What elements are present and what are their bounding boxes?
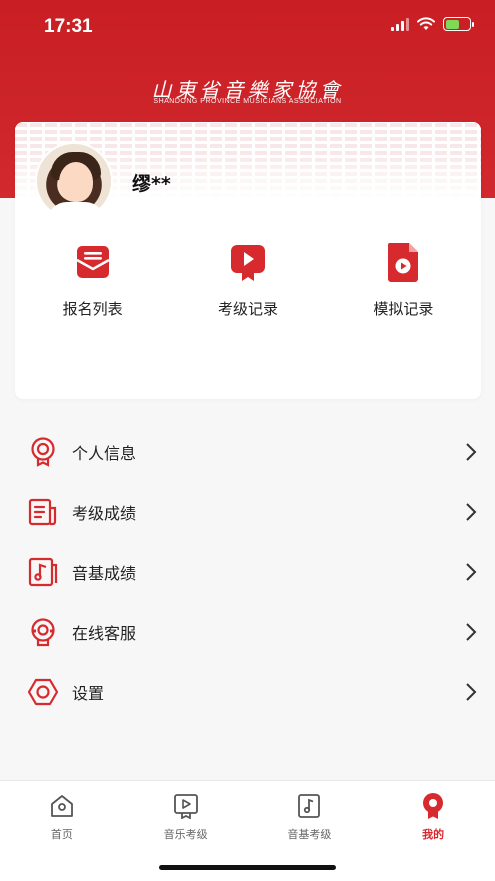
tab-label: 我的	[422, 828, 445, 841]
wifi-icon	[417, 17, 435, 30]
tab-label: 音基考级	[287, 828, 332, 841]
quick-action-exam-records[interactable]: 考级记录	[170, 240, 325, 319]
status-time: 17:31	[44, 16, 93, 37]
menu-item-label: 个人信息	[72, 444, 137, 463]
tab-theory-exam[interactable]: 音基考级	[248, 781, 372, 843]
profile-badge-icon	[419, 792, 447, 820]
home-indicator[interactable]	[159, 865, 336, 870]
settings-hexagon-icon	[27, 676, 59, 708]
menu-item-exam-scores[interactable]: 考级成绩	[0, 482, 495, 542]
video-file-icon	[383, 240, 423, 284]
music-sheet-icon	[295, 792, 323, 820]
tab-label: 首页	[50, 828, 73, 841]
quick-action-label: 模拟记录	[373, 300, 434, 318]
quick-action-mock-records[interactable]: 模拟记录	[326, 240, 481, 319]
chevron-right-icon	[466, 503, 477, 521]
home-icon	[48, 792, 76, 820]
chevron-right-icon	[466, 683, 477, 701]
chevron-right-icon	[466, 443, 477, 461]
quick-action-registration-list[interactable]: 报名列表	[15, 240, 170, 319]
quick-action-label: 考级记录	[217, 300, 278, 318]
headset-icon	[27, 616, 59, 648]
tab-home[interactable]: 首页	[0, 781, 124, 843]
menu-item-online-service[interactable]: 在线客服	[0, 602, 495, 662]
video-play-icon	[228, 240, 268, 284]
mail-icon	[73, 240, 113, 284]
menu-item-settings[interactable]: 设置	[0, 662, 495, 722]
quick-actions: 报名列表 考级记录 模拟记录	[15, 240, 481, 319]
tab-music-exam[interactable]: 音乐考级	[124, 781, 248, 843]
play-board-icon	[172, 792, 200, 820]
quick-action-label: 报名列表	[62, 300, 123, 318]
status-bar: 17:31	[0, 0, 495, 52]
settings-menu: 个人信息 考级成绩 音基成绩 在线客服 设置	[0, 422, 495, 722]
menu-item-label: 设置	[72, 684, 105, 703]
profile-card: 缪** 报名列表 考级记录 模拟记录	[15, 122, 481, 399]
chevron-right-icon	[466, 563, 477, 581]
tab-mine[interactable]: 我的	[371, 781, 495, 843]
music-note-icon	[27, 556, 59, 588]
profile-name: 缪**	[132, 173, 171, 195]
association-logo-subtitle: SHANDONG PROVINCE MUSICIANS ASSOCIATION	[153, 98, 342, 105]
menu-item-theory-scores[interactable]: 音基成绩	[0, 542, 495, 602]
menu-item-label: 在线客服	[72, 624, 137, 643]
tab-label: 音乐考级	[163, 828, 208, 841]
menu-item-label: 音基成绩	[72, 564, 137, 583]
status-icons	[391, 17, 474, 31]
battery-icon	[443, 17, 474, 31]
cellular-signal-icon	[391, 17, 409, 31]
menu-item-personal-info[interactable]: 个人信息	[0, 422, 495, 482]
badge-icon	[27, 436, 59, 468]
chevron-right-icon	[466, 623, 477, 641]
avatar[interactable]	[35, 142, 113, 222]
document-icon	[27, 496, 59, 528]
menu-item-label: 考级成绩	[72, 504, 137, 523]
